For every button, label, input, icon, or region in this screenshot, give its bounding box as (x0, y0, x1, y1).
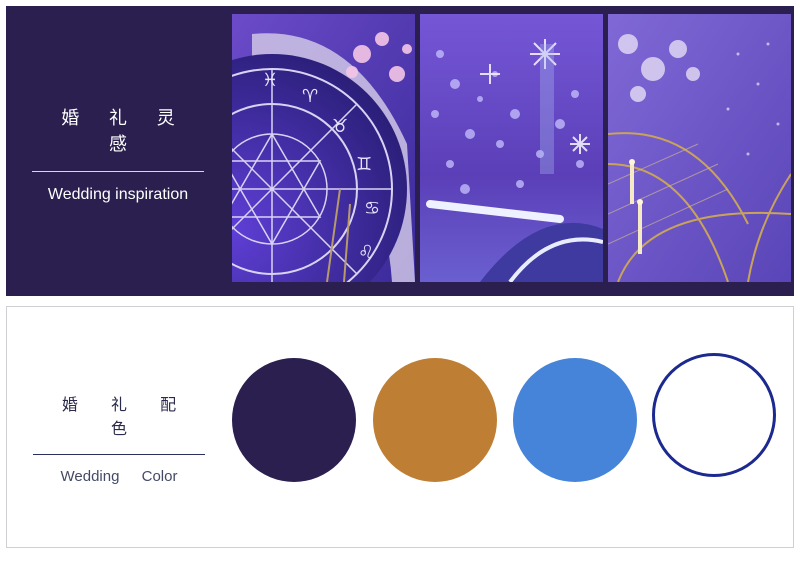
inspiration-divider (32, 171, 204, 172)
color-swatch-blue (513, 358, 637, 482)
color-swatch-dark-purple (232, 358, 356, 482)
color-swatch-gold (373, 358, 497, 482)
inspiration-heading: 婚 礼 灵 感 Wedding inspiration (32, 106, 204, 206)
palette-title-en: Wedding Color (60, 468, 178, 485)
svg-text:♊: ♊ (356, 154, 372, 175)
svg-text:♋: ♋ (364, 198, 380, 219)
svg-text:♓: ♓ (262, 70, 278, 91)
svg-text:♉: ♉ (332, 116, 348, 137)
gold-arches-photo (608, 14, 791, 282)
palette-heading: 婚 礼 配 色 Wedding Color (33, 393, 205, 488)
palette-title-cn: 婚 礼 配 色 (61, 395, 191, 438)
palette-panel: 婚 礼 配 色 Wedding Color (6, 306, 794, 548)
color-swatch-white (652, 353, 776, 477)
svg-text:♈: ♈ (302, 86, 318, 107)
bokeh-stars-photo (420, 14, 603, 282)
inspiration-panel: 婚 礼 灵 感 Wedding inspiration ♓ ♈ ♉ ♊ ♋ ♌ (6, 6, 794, 296)
inspiration-title-cn: 婚 礼 灵 感 (61, 108, 187, 155)
zodiac-wheel-photo: ♓ ♈ ♉ ♊ ♋ ♌ (232, 14, 415, 282)
svg-text:♌: ♌ (358, 242, 374, 263)
inspiration-title-en: Wedding inspiration (47, 186, 189, 203)
palette-divider (33, 454, 205, 455)
